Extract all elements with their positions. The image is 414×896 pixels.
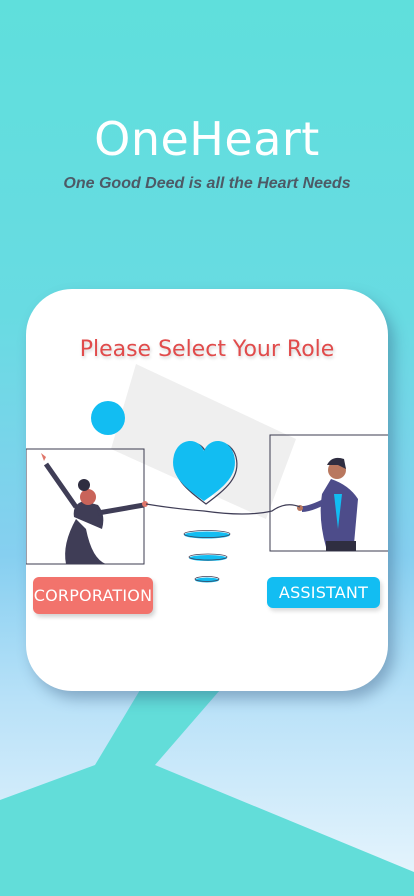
- woman-figure: [41, 453, 148, 564]
- man-figure: [297, 457, 358, 551]
- illustration-blue-dot: [91, 401, 125, 435]
- app-tagline: One Good Deed is all the Heart Needs: [63, 175, 351, 192]
- background-wave-shape: [0, 690, 414, 896]
- app-title: OneHeart: [94, 112, 320, 166]
- assistant-button[interactable]: ASSISTANT: [267, 577, 380, 608]
- role-selection-card: Please Select Your Role CORPORATION ASSI…: [26, 289, 388, 691]
- connection-string: [145, 503, 301, 515]
- role-select-heading: Please Select Your Role: [79, 337, 335, 362]
- corporation-button[interactable]: CORPORATION: [33, 577, 153, 614]
